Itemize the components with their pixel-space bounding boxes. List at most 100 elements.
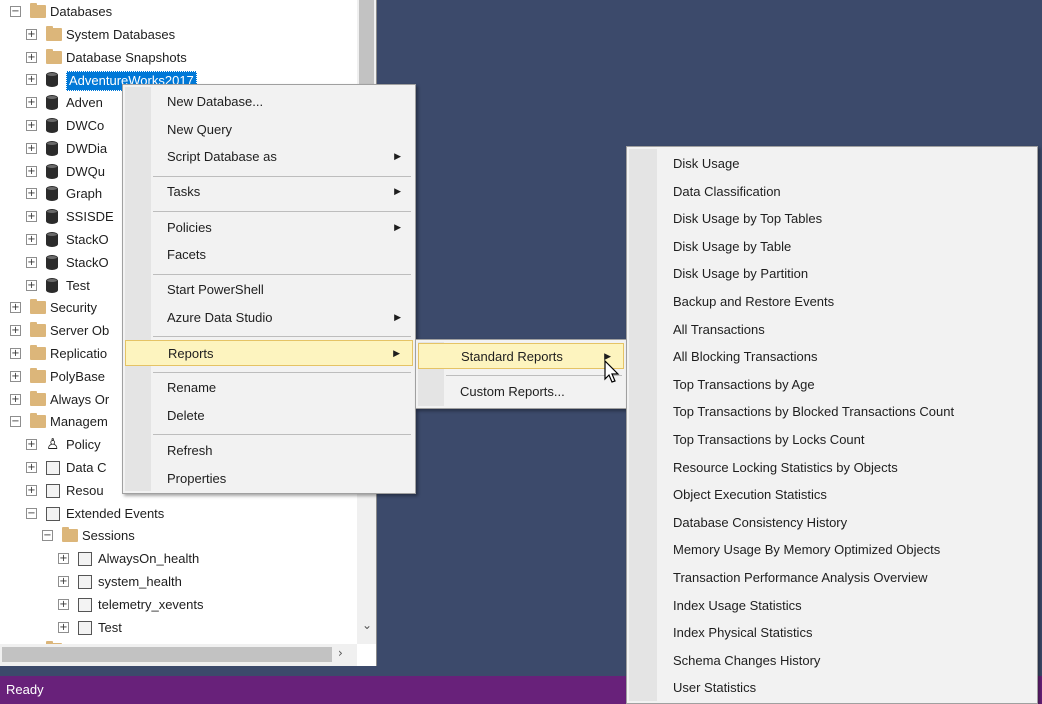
- scroll-down-icon[interactable]: ⌄: [362, 618, 372, 632]
- menu-item-label: Disk Usage by Partition: [673, 266, 809, 282]
- menu-item-new-query[interactable]: New Query: [125, 117, 413, 143]
- menu-item-azure-data-studio[interactable]: Azure Data Studio ▶: [125, 305, 413, 331]
- collapse-icon[interactable]: −: [42, 530, 53, 542]
- menu-item-database-consistency-history[interactable]: Database Consistency History: [629, 509, 1035, 537]
- menu-item-new-database[interactable]: New Database...: [125, 89, 413, 115]
- menu-separator: [153, 336, 411, 338]
- menu-item-custom-reports[interactable]: Custom Reports...: [418, 379, 624, 405]
- expand-icon[interactable]: +: [26, 462, 37, 473]
- submenu-arrow-icon: ▶: [394, 152, 401, 163]
- expand-icon[interactable]: +: [26, 279, 37, 291]
- menu-item-all-blocking-transactions[interactable]: All Blocking Transactions: [629, 343, 1035, 371]
- tree-node[interactable]: + AlwaysOn_health: [0, 548, 356, 570]
- tree-node[interactable]: + telemetry_xevents: [0, 594, 356, 616]
- menu-item-label: Top Transactions by Blocked Transactions…: [673, 404, 955, 420]
- expand-icon[interactable]: +: [58, 576, 69, 587]
- xevent-icon: [78, 597, 92, 612]
- tree-node-label: Database Snapshots: [66, 49, 187, 65]
- expand-icon[interactable]: +: [26, 484, 37, 496]
- expand-icon[interactable]: +: [58, 621, 69, 633]
- tree-node[interactable]: + Database Snapshots: [0, 47, 356, 69]
- expand-icon[interactable]: +: [26, 74, 37, 86]
- expand-icon[interactable]: +: [26, 439, 37, 451]
- menu-item-transaction-performance-analysis-overview[interactable]: Transaction Performance Analysis Overvie…: [629, 564, 1035, 592]
- reports-submenu: Standard Reports ▶ Custom Reports...: [415, 339, 627, 409]
- expand-icon[interactable]: +: [26, 165, 37, 177]
- menu-item-label: Resource Locking Statistics by Objects: [673, 459, 898, 475]
- menu-item-label: Schema Changes History: [673, 652, 821, 668]
- tree-node[interactable]: + Test: [0, 617, 356, 639]
- collapse-icon[interactable]: −: [26, 507, 37, 519]
- menu-item-user-statistics[interactable]: User Statistics: [629, 674, 1035, 702]
- menu-item-rename[interactable]: Rename: [125, 375, 413, 401]
- scroll-right-icon[interactable]: ›: [338, 646, 343, 660]
- menu-item-start-powershell[interactable]: Start PowerShell: [125, 277, 413, 303]
- menu-item-policies[interactable]: Policies ▶: [125, 215, 413, 241]
- menu-item-label: Azure Data Studio: [167, 310, 273, 325]
- menu-item-top-transactions-by-age[interactable]: Top Transactions by Age: [629, 371, 1035, 399]
- menu-item-refresh[interactable]: Refresh: [125, 438, 413, 464]
- menu-item-memory-usage-by-memory-optimized-objects[interactable]: Memory Usage By Memory Optimized Objects: [629, 536, 1035, 564]
- expand-icon[interactable]: +: [26, 211, 37, 223]
- collapse-icon[interactable]: −: [10, 416, 21, 428]
- scroll-thumb[interactable]: [2, 647, 332, 662]
- menu-item-index-physical-statistics[interactable]: Index Physical Statistics: [629, 619, 1035, 647]
- expand-icon[interactable]: +: [10, 348, 21, 359]
- menu-item-properties[interactable]: Properties: [125, 466, 413, 492]
- menu-item-data-classification[interactable]: Data Classification: [629, 178, 1035, 206]
- expand-icon[interactable]: +: [58, 553, 69, 565]
- menu-item-disk-usage-by-table[interactable]: Disk Usage by Table: [629, 233, 1035, 261]
- folder-icon: [30, 367, 46, 383]
- menu-item-disk-usage[interactable]: Disk Usage: [629, 150, 1035, 178]
- expand-icon[interactable]: +: [26, 97, 37, 109]
- menu-item-facets[interactable]: Facets: [125, 242, 413, 268]
- menu-item-index-usage-statistics[interactable]: Index Usage Statistics: [629, 592, 1035, 620]
- tree-node-label: StackO: [66, 232, 109, 247]
- menu-item-disk-usage-by-partition[interactable]: Disk Usage by Partition: [629, 260, 1035, 288]
- menu-item-schema-changes-history[interactable]: Schema Changes History: [629, 647, 1035, 675]
- menu-item-object-execution-statistics[interactable]: Object Execution Statistics: [629, 481, 1035, 509]
- database-icon: [46, 232, 58, 247]
- expand-icon[interactable]: +: [26, 142, 37, 154]
- menu-item-reports[interactable]: Reports ▶: [125, 340, 413, 367]
- expand-icon[interactable]: +: [26, 51, 37, 63]
- expand-icon[interactable]: +: [26, 120, 37, 131]
- expand-icon[interactable]: +: [26, 256, 37, 268]
- menu-item-label: Disk Usage by Top Tables: [673, 211, 823, 227]
- tree-node[interactable]: + system_health: [0, 571, 356, 593]
- menu-item-script-database-as[interactable]: Script Database as ▶: [125, 144, 413, 170]
- tree-node-label: telemetry_xevents: [98, 596, 204, 612]
- menu-item-tasks[interactable]: Tasks ▶: [125, 179, 413, 205]
- menu-item-resource-locking-statistics-by-objects[interactable]: Resource Locking Statistics by Objects: [629, 454, 1035, 482]
- horizontal-scrollbar[interactable]: ›: [0, 644, 357, 666]
- expand-icon[interactable]: +: [10, 393, 21, 405]
- expand-icon[interactable]: +: [10, 325, 21, 337]
- expand-icon[interactable]: +: [26, 28, 37, 40]
- menu-item-standard-reports[interactable]: Standard Reports ▶: [418, 343, 624, 369]
- menu-item-delete[interactable]: Delete: [125, 403, 413, 429]
- database-icon: [46, 186, 58, 202]
- submenu-arrow-icon: ▶: [394, 222, 401, 233]
- menu-item-top-transactions-by-blocked-transactions-count[interactable]: Top Transactions by Blocked Transactions…: [629, 398, 1035, 426]
- expand-icon[interactable]: +: [10, 370, 21, 382]
- expand-icon[interactable]: +: [58, 598, 69, 610]
- expand-icon[interactable]: +: [26, 188, 37, 200]
- collapse-icon[interactable]: −: [10, 6, 21, 17]
- menu-item-label: Database Consistency History: [673, 514, 848, 530]
- menu-item-disk-usage-by-top-tables[interactable]: Disk Usage by Top Tables: [629, 205, 1035, 233]
- menu-item-backup-and-restore-events[interactable]: Backup and Restore Events: [629, 288, 1035, 316]
- menu-item-label: Reports: [168, 346, 214, 362]
- tree-node[interactable]: + System Databases: [0, 24, 356, 46]
- tree-node[interactable]: − Databases: [0, 1, 356, 23]
- menu-item-top-transactions-by-locks-count[interactable]: Top Transactions by Locks Count: [629, 426, 1035, 454]
- xevent-icon: [78, 552, 92, 567]
- menu-item-all-transactions[interactable]: All Transactions: [629, 316, 1035, 344]
- tree-node[interactable]: − Sessions: [0, 525, 356, 547]
- database-icon: [46, 95, 58, 111]
- xevent-icon: [46, 483, 60, 498]
- xevent-icon: [78, 575, 92, 589]
- menu-item-label: All Transactions: [673, 321, 765, 337]
- expand-icon[interactable]: +: [10, 302, 21, 314]
- tree-node[interactable]: − Extended Events: [0, 503, 356, 525]
- expand-icon[interactable]: +: [26, 234, 37, 245]
